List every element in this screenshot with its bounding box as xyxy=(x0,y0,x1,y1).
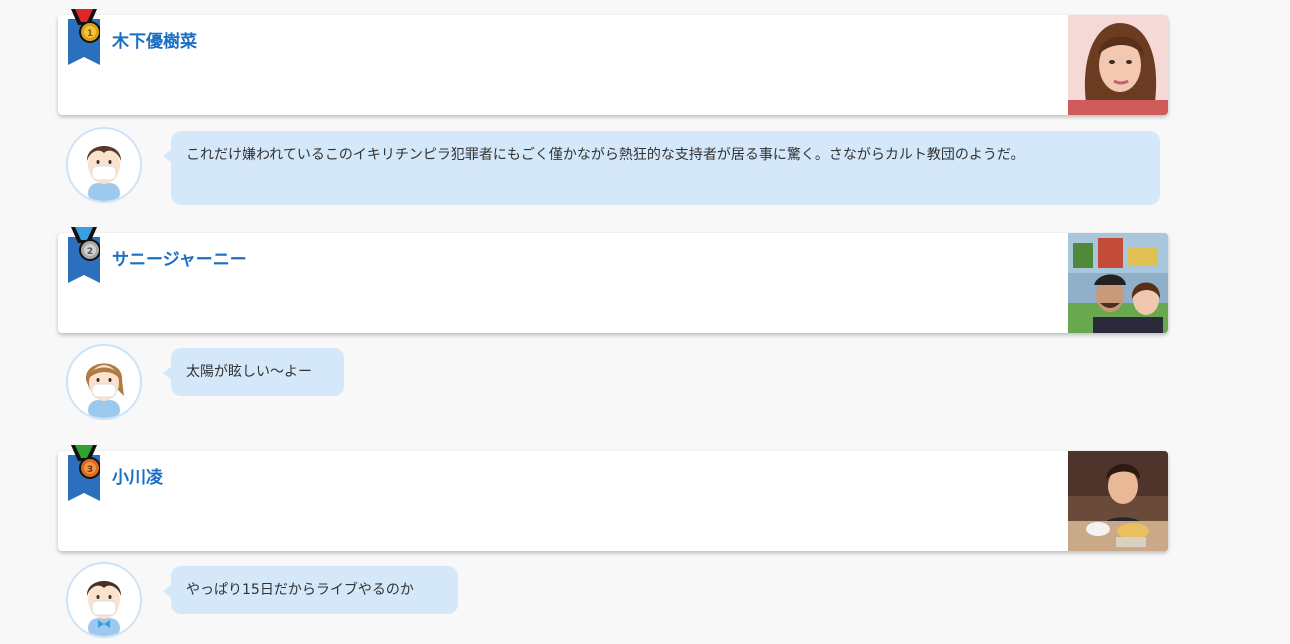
svg-text:2: 2 xyxy=(87,247,93,257)
bronze-medal-icon: 3 xyxy=(68,445,100,501)
ranking-name-link[interactable]: 小川凌 xyxy=(112,463,163,488)
gold-medal-icon: 1 xyxy=(68,9,100,65)
ranking-photo[interactable] xyxy=(1068,451,1168,551)
boy-mask-avatar-icon xyxy=(66,127,142,203)
girl-mask-avatar-icon xyxy=(66,344,142,420)
silver-medal-icon: 2 xyxy=(68,227,100,283)
ranking-name-link[interactable]: 木下優樹菜 xyxy=(112,27,197,52)
comment-bubble: 太陽が眩しい〜よー xyxy=(163,348,344,396)
ranking-name-link[interactable]: サニージャーニー xyxy=(112,245,247,270)
svg-text:1: 1 xyxy=(87,29,93,39)
ranking-photo[interactable] xyxy=(1068,15,1168,115)
comment-bubble: これだけ嫌われているこのイキリチンピラ犯罪者にもごく僅かながら熱狂的な支持者が居… xyxy=(163,131,1160,205)
ranking-card-1[interactable]: 1 木下優樹菜 xyxy=(58,9,1168,115)
ranking-card-2[interactable]: 2 サニージャーニー xyxy=(58,227,1168,333)
comment-bubble: やっぱり15日だからライブやるのか xyxy=(163,566,458,614)
svg-text:3: 3 xyxy=(87,465,93,475)
ranking-card-3[interactable]: 3 小川凌 xyxy=(58,445,1168,551)
boy-bowtie-mask-avatar-icon xyxy=(66,562,142,638)
ranking-photo[interactable] xyxy=(1068,233,1168,333)
